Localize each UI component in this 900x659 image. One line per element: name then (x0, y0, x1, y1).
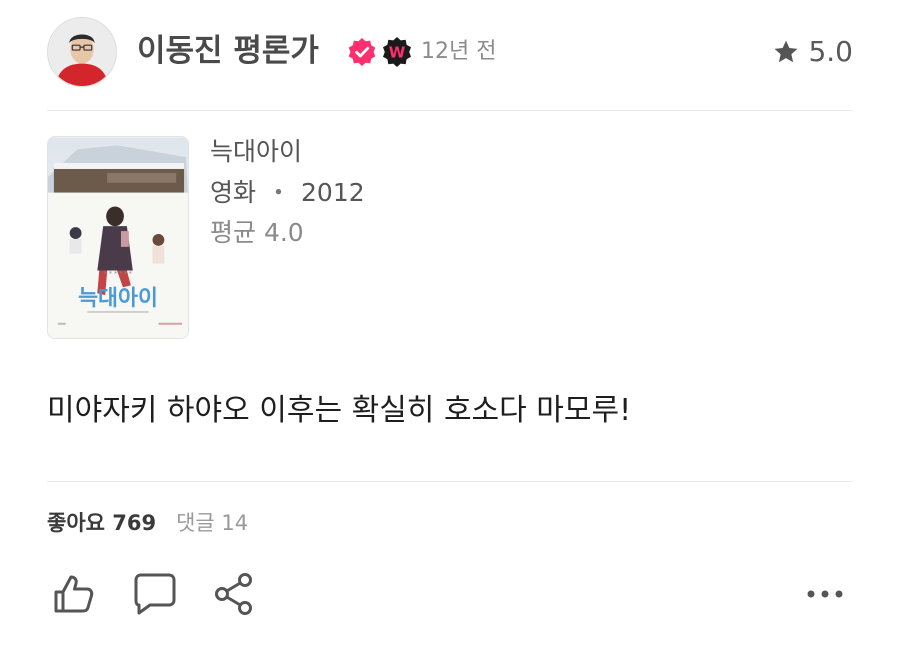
svg-text:W: W (389, 44, 406, 62)
svg-text:＊＊＊＊＊＊: ＊＊＊＊＊＊ (103, 270, 133, 276)
movie-title[interactable]: 늑대아이 (210, 136, 365, 172)
share-icon[interactable] (213, 572, 255, 616)
poster-image: ＊＊＊＊＊＊ 늑대아이 (48, 137, 188, 338)
review-text[interactable]: 미야자키 하야오 이후는 확실히 호소다 마모루! (47, 390, 631, 432)
header-divider (47, 110, 853, 111)
movie-year: 2012 (301, 178, 365, 207)
star-icon (775, 40, 798, 63)
watcha-badge-icon: W (383, 37, 411, 67)
author-name[interactable]: 이동진 평론가 (137, 31, 319, 71)
movie-type: 영화 (210, 178, 257, 207)
movie-poster[interactable]: ＊＊＊＊＊＊ 늑대아이 (47, 136, 189, 339)
movie-average-rating: 평균 4.0 (210, 218, 304, 247)
time-ago: 12년 전 (421, 39, 497, 64)
meta-separator: ・ (266, 178, 292, 207)
comment-icon[interactable] (133, 572, 177, 616)
comments-count[interactable]: 댓글 14 (176, 511, 248, 535)
avatar[interactable] (47, 17, 117, 87)
svg-text:늑대아이: 늑대아이 (78, 286, 158, 311)
content-divider (47, 481, 853, 482)
thumbs-up-icon[interactable] (52, 573, 96, 615)
verified-icon (348, 38, 376, 66)
review-header: 이동진 평론가 W 12년 전 5.0 (47, 17, 853, 87)
more-icon[interactable] (804, 584, 846, 604)
likes-count[interactable]: 좋아요 769 (47, 511, 156, 535)
rating: 5.0 (772, 35, 853, 69)
movie-meta: 영화 ・ 2012 (210, 177, 365, 217)
avatar-image (48, 18, 116, 86)
rating-value: 5.0 (808, 35, 853, 68)
review-stats: 좋아요 769 댓글 14 (47, 508, 248, 538)
movie-info[interactable]: 늑대아이 영화 ・ 2012 평균 4.0 (210, 136, 365, 253)
